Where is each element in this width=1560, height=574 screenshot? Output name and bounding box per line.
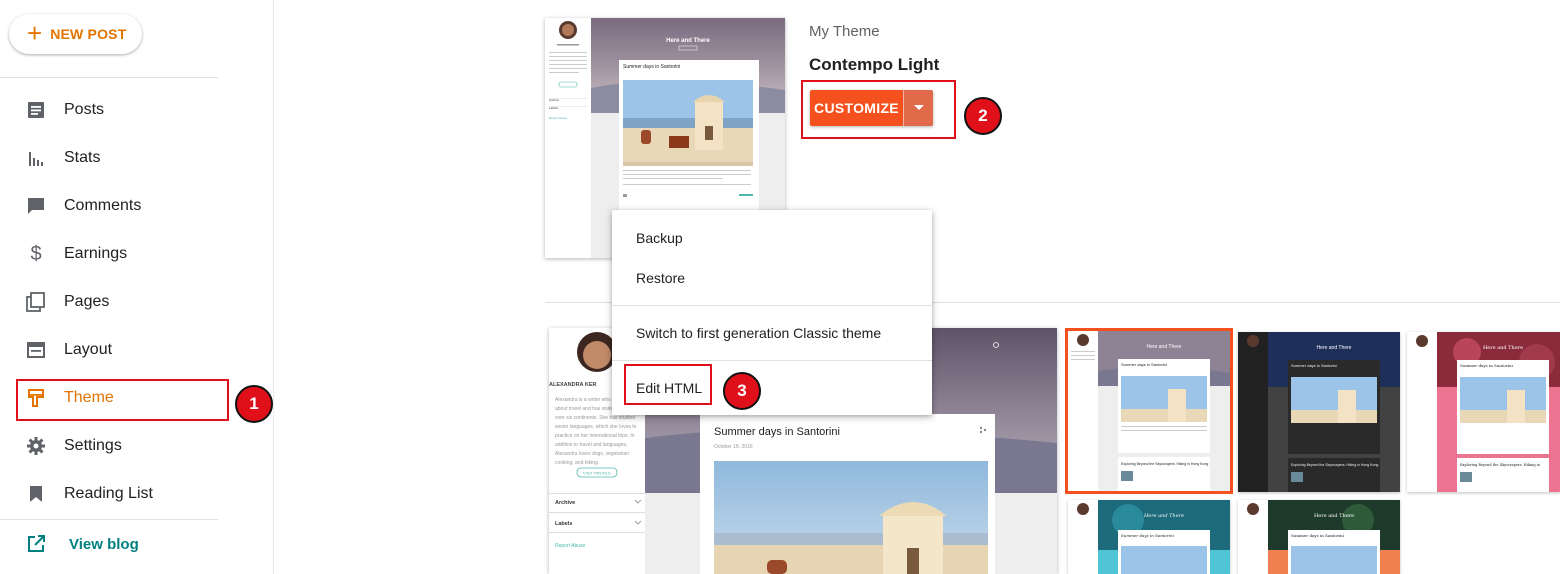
sidebar-item-reading-list[interactable]: Reading List: [0, 474, 218, 514]
svg-text:addition to travel and languag: addition to travel and languages,: [555, 442, 627, 448]
svg-text:Archive: Archive: [549, 98, 559, 102]
svg-text:Summer days in Santorini: Summer days in Santorini: [1291, 363, 1337, 368]
theme-thumbnail-contempo-light[interactable]: Here and There Summer days in Santorini …: [1065, 328, 1233, 494]
svg-text:Here and There: Here and There: [1317, 345, 1352, 351]
my-theme-heading: My Theme: [809, 23, 880, 40]
sidebar-item-label: Posts: [64, 101, 105, 118]
sidebar-item-label: Reading List: [64, 485, 153, 502]
svg-text:Labels: Labels: [549, 106, 558, 110]
sidebar-item-label: Comments: [64, 197, 142, 214]
sidebar-item-comments[interactable]: Comments: [0, 186, 218, 226]
view-blog-label: View blog: [69, 535, 139, 553]
svg-text:Here and There: Here and There: [1314, 513, 1354, 519]
svg-text:Labels: Labels: [555, 521, 572, 527]
posts-icon: [25, 99, 47, 121]
svg-text:Summer days in Santorini: Summer days in Santorini: [1121, 533, 1175, 538]
bookmark-icon: [25, 483, 47, 505]
theme-thumbnail-contempo-dark[interactable]: Here and There Summer days in Santorini …: [1238, 332, 1400, 492]
svg-text:October 18, 2016: October 18, 2016: [714, 444, 753, 450]
dollar-icon: $: [30, 242, 42, 265]
svg-text:over six continents. She has s: over six continents. She has studied: [555, 415, 635, 421]
theme-name: Contempo Light: [809, 55, 940, 74]
menu-item-backup[interactable]: Backup: [636, 230, 683, 246]
sidebar-item-label: Layout: [64, 341, 113, 358]
svg-text:Summer days in Santorini: Summer days in Santorini: [714, 426, 840, 438]
sidebar-divider: [0, 519, 218, 520]
svg-text:VISIT PROFILE: VISIT PROFILE: [583, 471, 611, 476]
layout-icon: [25, 339, 47, 361]
sidebar-item-posts[interactable]: Posts: [0, 90, 218, 130]
external-link-icon: [25, 533, 47, 555]
theme-thumbnail-contempo-rose[interactable]: Here and There Summer days in Santorini …: [1407, 332, 1560, 492]
new-post-button[interactable]: + NEW POST: [9, 14, 142, 54]
svg-text:Exploring Beyond the Skyscrape: Exploring Beyond the Skyscrapers: Hiking…: [1121, 462, 1208, 466]
svg-text:Summer days in Santorini: Summer days in Santorini: [1460, 363, 1514, 368]
annotation-badge-3: 3: [723, 372, 761, 410]
view-blog-link[interactable]: View blog: [0, 524, 218, 564]
svg-text:cooking, and hiking.: cooking, and hiking.: [555, 460, 599, 466]
sidebar-item-pages[interactable]: Pages: [0, 282, 218, 322]
svg-text:Exploring Beyond the Skyscrape: Exploring Beyond the Skyscrapers: Hiking…: [1460, 463, 1541, 467]
svg-text:Here and There: Here and There: [1483, 345, 1523, 351]
svg-text:Summer days in Santorini: Summer days in Santorini: [1291, 533, 1345, 538]
sidebar-item-label: Pages: [64, 293, 110, 310]
annotation-box-theme: [16, 379, 229, 421]
annotation-box-customize: [801, 80, 956, 139]
sidebar: + NEW POST Posts Stats Comments $ Earnin…: [0, 0, 274, 574]
svg-text:practice on her international: practice on her international trips. In: [555, 433, 635, 439]
svg-text:Summer days in Santorini: Summer days in Santorini: [623, 64, 680, 70]
svg-text:Archive: Archive: [555, 500, 575, 506]
sidebar-item-label: Earnings: [64, 245, 128, 262]
annotation-badge-2: 2: [964, 97, 1002, 135]
new-post-label: NEW POST: [50, 26, 127, 42]
svg-text:Report Abuse: Report Abuse: [555, 543, 586, 549]
pages-icon: [25, 291, 47, 313]
svg-text:ALEXANDRA KER: ALEXANDRA KER: [549, 382, 596, 388]
menu-item-switch-classic[interactable]: Switch to first generation Classic theme: [636, 325, 881, 341]
svg-text:Exploring Beyond the Skyscrape: Exploring Beyond the Skyscrapers: Hiking…: [1291, 463, 1378, 467]
menu-divider: [612, 305, 932, 306]
sidebar-item-earnings[interactable]: $ Earnings: [0, 234, 218, 274]
sidebar-item-stats[interactable]: Stats: [0, 138, 218, 178]
svg-text:about travel and has visited: about travel and has visited: [555, 406, 616, 412]
theme-thumbnail-soho-orange[interactable]: Here and There Summer days in Santorini: [1238, 500, 1400, 574]
menu-item-restore[interactable]: Restore: [636, 270, 685, 286]
theme-thumbnail-soho-teal[interactable]: Here and There Summer days in Santorini: [1068, 500, 1230, 574]
sidebar-item-label: Stats: [64, 149, 101, 166]
annotation-box-edit-html: [624, 364, 712, 405]
svg-text:Summer days in Santorini: Summer days in Santorini: [1121, 362, 1167, 367]
sidebar-item-settings[interactable]: Settings: [0, 426, 218, 466]
svg-text:Alexandra loves dogs, vegetari: Alexandra loves dogs, vegetarian: [555, 451, 629, 457]
plus-icon: +: [27, 17, 43, 48]
svg-text:Here and There: Here and There: [666, 38, 710, 44]
annotation-badge-1: 1: [235, 385, 273, 423]
svg-text:seven languages, which she lov: seven languages, which she loves to: [555, 424, 637, 430]
svg-text:Report Abuse: Report Abuse: [549, 116, 568, 120]
sidebar-item-label: Settings: [64, 437, 122, 454]
sidebar-divider: [0, 77, 218, 78]
stats-icon: [25, 147, 47, 169]
menu-divider: [612, 360, 932, 361]
svg-text:Here and There: Here and There: [1143, 513, 1184, 519]
svg-text:Here and There: Here and There: [1147, 344, 1182, 350]
sidebar-item-layout[interactable]: Layout: [0, 330, 218, 370]
comments-icon: [25, 195, 47, 217]
gear-icon: [25, 435, 47, 457]
